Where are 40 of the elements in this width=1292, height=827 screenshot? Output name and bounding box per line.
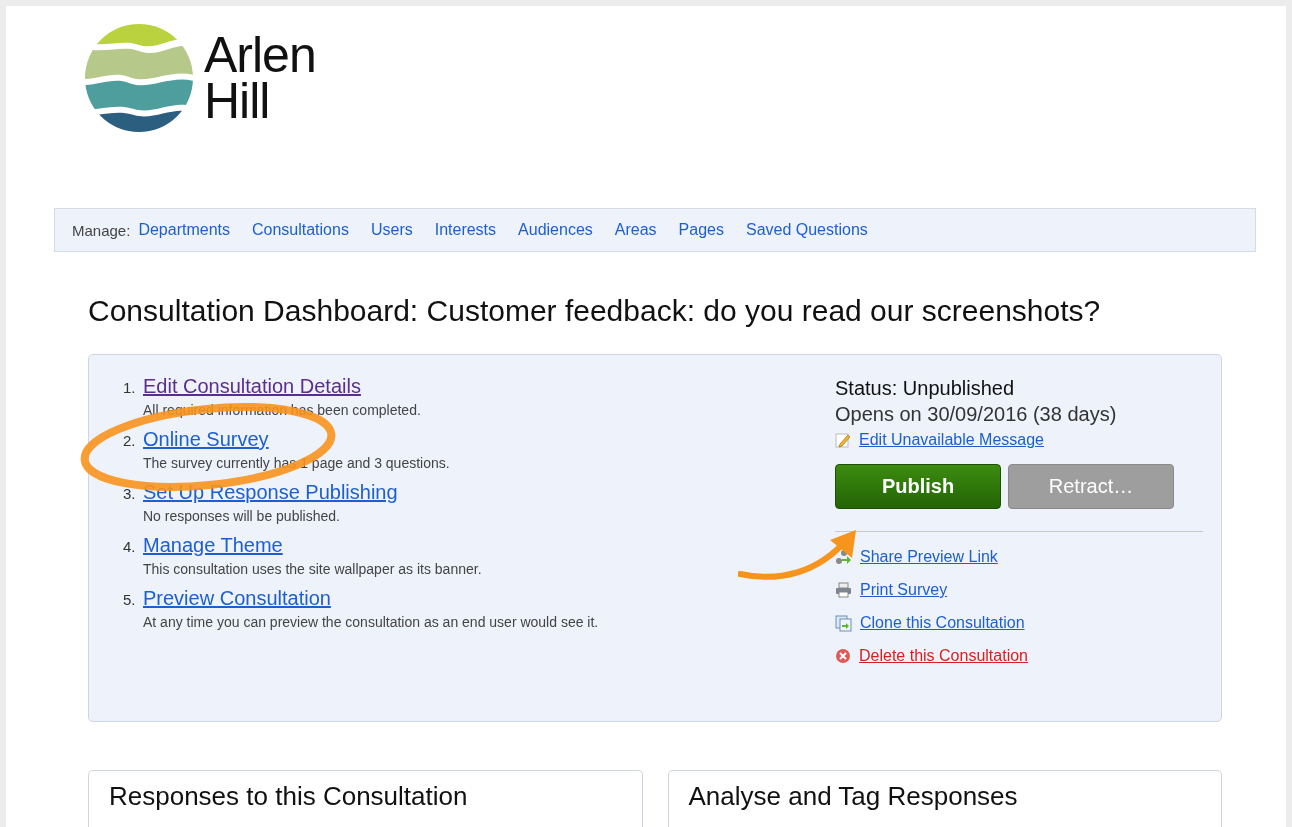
nav-link[interactable]: Pages bbox=[678, 221, 724, 239]
nav-link[interactable]: Consultations bbox=[251, 221, 349, 239]
nav-link[interactable]: Users bbox=[370, 221, 413, 239]
edit-message-link[interactable]: Edit Unavailable Message bbox=[859, 431, 1044, 449]
status-text: Status: Unpublished bbox=[835, 377, 1015, 400]
pencil-icon bbox=[835, 432, 851, 448]
action-link[interactable]: Share Preview Link bbox=[860, 548, 998, 566]
delete-link[interactable]: Delete this Consultation bbox=[859, 647, 1028, 665]
card-title: Responses to this Consultation bbox=[109, 781, 468, 811]
step-number: 2. bbox=[123, 432, 137, 449]
nav-link[interactable]: Audiences bbox=[518, 221, 593, 239]
step-link[interactable]: Manage Theme bbox=[143, 534, 283, 557]
card-title: Analyse and Tag Responses bbox=[688, 781, 1018, 811]
opens-text: Opens on 30/09/2016 (38 days) bbox=[835, 403, 1118, 426]
logo-text: Arlen bbox=[204, 32, 316, 78]
step-link[interactable]: Preview Consultation bbox=[143, 587, 331, 610]
step-number: 1. bbox=[123, 379, 137, 396]
action-link[interactable]: Print Survey bbox=[860, 581, 948, 599]
publish-button[interactable]: Publish bbox=[835, 464, 1001, 509]
page-title: Consultation Dashboard: Customer feedback: do you read our screenshots? bbox=[88, 294, 1102, 328]
step-note: This consultation uses the site wallpaper as its banner. bbox=[143, 561, 483, 577]
step-number: 4. bbox=[123, 538, 137, 555]
delete-icon bbox=[835, 648, 851, 664]
printer-icon bbox=[835, 582, 852, 598]
step-link[interactable]: Edit Consultation Details bbox=[143, 375, 361, 398]
step-note: No responses will be published. bbox=[143, 508, 341, 524]
nav-link[interactable]: Departments bbox=[138, 221, 230, 239]
logo-text: Hill bbox=[204, 78, 271, 124]
action-link[interactable]: Clone this Consultation bbox=[860, 614, 1025, 632]
nav-link[interactable]: Interests bbox=[434, 221, 497, 239]
step-number: 5. bbox=[123, 591, 137, 608]
clone-icon bbox=[835, 614, 852, 632]
step-note: At any time you can preview the consultation as an end user would see it. bbox=[143, 614, 599, 630]
manage-label: Manage: bbox=[72, 221, 131, 239]
logo-icon bbox=[84, 23, 194, 133]
share-icon bbox=[835, 548, 852, 566]
nav-link[interactable]: Saved Questions bbox=[745, 221, 868, 239]
nav-link[interactable]: Areas bbox=[614, 221, 657, 239]
step-link[interactable]: Online Survey bbox=[143, 428, 269, 451]
step-number: 3. bbox=[123, 485, 137, 502]
